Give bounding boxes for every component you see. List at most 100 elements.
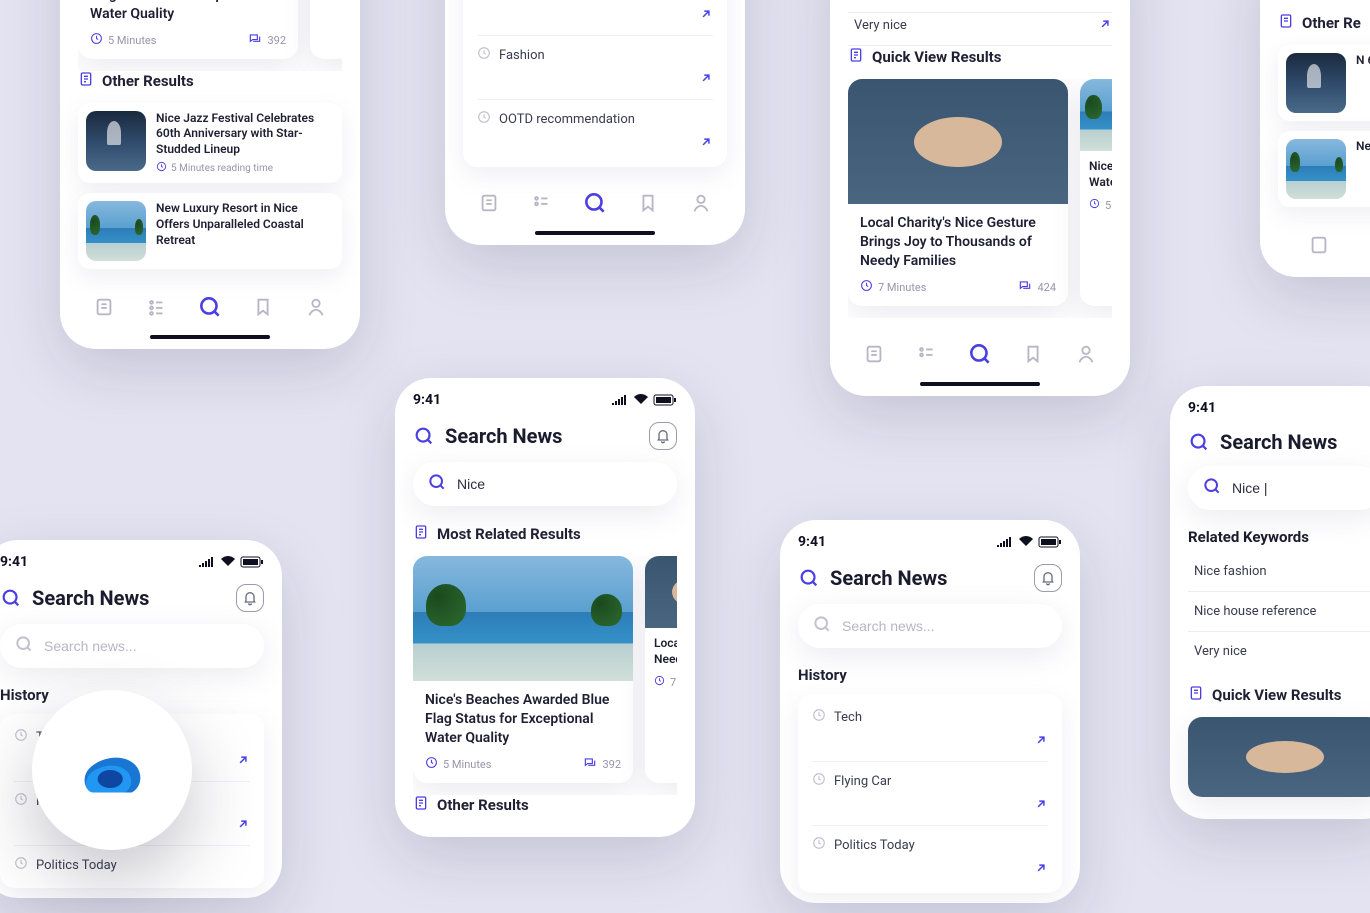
article-card-side[interactable]: Local Brings Needy 7 M (645, 556, 677, 783)
nav-search[interactable] (190, 289, 230, 325)
thumb-image (86, 111, 146, 171)
nav-bookmark[interactable] (243, 289, 283, 325)
phone-search-filled: 9:41 Search News Most Related Results (395, 378, 695, 837)
history-item[interactable]: Foods Trending Today (477, 0, 713, 36)
article-card-beaches[interactable]: Nice's Beaches Awarded Blue Flag Status … (413, 556, 633, 783)
small-article-title: New Luxury Resort in Nice Offers Unparal… (156, 201, 334, 248)
nav-news[interactable] (1299, 227, 1339, 263)
article-card-side[interactable]: Nice's Flag S Water 5 M (1080, 79, 1112, 306)
article-time: 5 M (1105, 199, 1112, 212)
article-comments: 424 (1037, 281, 1056, 294)
app-logo-icon (67, 725, 157, 815)
nav-list[interactable] (522, 185, 562, 221)
article-time: 5 Minutes (443, 758, 491, 771)
article-title: Nice's Beaches Awarded Blue Flag Status … (90, 0, 286, 24)
section-title-quickview: Quick View Results (1212, 686, 1341, 704)
nav-news[interactable] (469, 185, 509, 221)
open-arrow-icon[interactable] (699, 6, 713, 25)
history-item[interactable]: Politics Today (14, 846, 250, 884)
keyword-item[interactable]: Nice house reference (1188, 592, 1370, 632)
phone-right-sliver-top: Water Qu 5 Minu Other Re N 6 S New Un (1260, 0, 1370, 277)
open-arrow-icon[interactable] (1034, 732, 1048, 751)
clock-icon (425, 756, 438, 772)
article-card-charity[interactable]: Local Charity's Nice Gesture Brings Joy … (848, 79, 1068, 306)
nav-search[interactable] (960, 336, 1000, 372)
small-article-resort[interactable]: New Luxury Resort in Nice Offers Unparal… (78, 193, 342, 269)
status-time: 9:41 (1188, 400, 1216, 416)
small-title: New Un (1356, 139, 1370, 155)
nav-bookmark[interactable] (1013, 336, 1053, 372)
history-label: Flying Car (834, 774, 891, 789)
status-time: 9:41 (0, 554, 28, 570)
clock-icon (14, 728, 28, 746)
open-arrow-icon[interactable] (1034, 796, 1048, 815)
thumb-image (86, 201, 146, 261)
notification-button[interactable] (1034, 564, 1062, 592)
bottom-nav (463, 175, 727, 225)
search-input[interactable] (457, 476, 663, 492)
home-indicator (150, 335, 270, 339)
article-image (645, 556, 677, 628)
open-arrow-icon[interactable] (236, 752, 250, 771)
nav-list[interactable] (137, 289, 177, 325)
history-label: Tech (834, 710, 862, 725)
article-card-beaches[interactable]: Nice's Beaches Awarded Blue Flag Status … (78, 0, 298, 59)
notification-button[interactable] (236, 584, 264, 612)
history-label: Politics Today (834, 838, 915, 853)
open-arrow-icon[interactable] (699, 70, 713, 89)
article-title: Nice's Beaches Awarded Blue Flag Status … (425, 691, 621, 748)
nav-news[interactable] (84, 289, 124, 325)
history-list: Tech Flying Car Politics Today (798, 694, 1062, 893)
history-item[interactable]: Politics Today (812, 826, 1048, 889)
nav-profile[interactable] (296, 289, 336, 325)
article-card-side[interactable]: Local Brings Needy 7 M (310, 0, 342, 59)
clock-icon (812, 708, 826, 726)
status-time: 9:41 (798, 534, 826, 550)
clock-icon (654, 675, 665, 689)
nav-profile[interactable] (1066, 336, 1106, 372)
article-comments: 392 (267, 34, 286, 47)
nav-news[interactable] (854, 336, 894, 372)
keyword-item[interactable]: Very nice (1188, 632, 1370, 671)
history-item[interactable]: OOTD recommendation (477, 100, 713, 163)
history-item[interactable]: Tech (812, 698, 1048, 762)
nav-list[interactable] (907, 336, 947, 372)
nav-bookmark[interactable] (628, 185, 668, 221)
status-icons (198, 556, 264, 568)
search-input-wrap[interactable] (0, 624, 264, 668)
small-article[interactable]: New Un (1278, 131, 1370, 207)
search-icon (1188, 431, 1210, 453)
clock-icon (14, 792, 28, 810)
search-input-wrap[interactable] (1188, 466, 1370, 510)
document-icon (78, 71, 94, 91)
open-arrow-icon[interactable] (699, 134, 713, 153)
article-comments: 392 (602, 758, 621, 771)
small-article[interactable]: N 6 S (1278, 45, 1370, 121)
history-item[interactable]: Fashion (477, 36, 713, 100)
open-arrow-icon[interactable] (1034, 860, 1048, 879)
phone-search-history-full: 9:41 Search News History Tech (780, 520, 1080, 903)
article-image (413, 556, 633, 681)
nav-search[interactable] (575, 185, 615, 221)
article-title: Nice's Flag S Water (1089, 158, 1112, 190)
document-icon (1188, 685, 1204, 705)
open-arrow-icon[interactable] (1098, 16, 1112, 35)
open-arrow-icon[interactable] (1098, 0, 1112, 2)
clock-icon (156, 161, 167, 175)
search-input[interactable] (44, 638, 250, 654)
search-input-wrap[interactable] (798, 604, 1062, 648)
keyword-item[interactable]: Nice fashion (1188, 552, 1370, 592)
small-article-jazz[interactable]: Nice Jazz Festival Celebrates 60th Anniv… (78, 103, 342, 184)
search-icon (1202, 476, 1222, 500)
search-input-wrap[interactable] (413, 462, 677, 506)
search-input[interactable] (1232, 480, 1368, 496)
history-item[interactable]: Flying Car (812, 762, 1048, 826)
comment-icon (583, 756, 597, 773)
section-title-related-keywords: Related Keywords (1188, 528, 1370, 546)
notification-button[interactable] (649, 422, 677, 450)
article-card[interactable] (1188, 717, 1370, 797)
nav-profile[interactable] (681, 185, 721, 221)
search-input[interactable] (842, 618, 1048, 634)
document-icon (413, 795, 429, 815)
open-arrow-icon[interactable] (236, 816, 250, 835)
